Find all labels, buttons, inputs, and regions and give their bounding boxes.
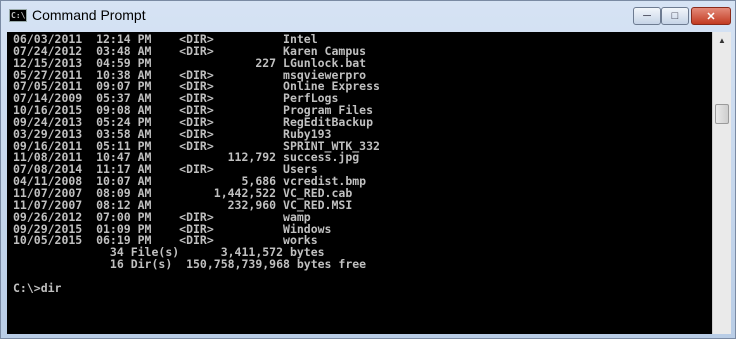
close-button[interactable]: ✕: [691, 7, 731, 25]
console-line: C:\>dir: [13, 280, 62, 295]
scroll-thumb[interactable]: [715, 104, 729, 124]
title-bar[interactable]: C:\ Command Prompt ─ □ ✕: [1, 1, 736, 31]
window-title: Command Prompt: [32, 7, 146, 23]
console-output[interactable]: 06/03/2011 12:14 PM <DIR> Intel 07/24/20…: [7, 32, 712, 334]
minimize-button[interactable]: ─: [633, 7, 661, 25]
console-line: 16 Dir(s) 150,758,739,968 bytes free: [13, 257, 367, 272]
vertical-scrollbar[interactable]: ▲: [712, 32, 731, 334]
console-text: 06/03/2011 12:14 PM <DIR> Intel 07/24/20…: [7, 32, 712, 295]
console-icon: C:\: [9, 9, 27, 22]
command-prompt-window: C:\ Command Prompt ─ □ ✕ 06/03/2011 12:1…: [0, 0, 736, 339]
maximize-button[interactable]: □: [661, 7, 689, 25]
scroll-up-arrow-icon[interactable]: ▲: [713, 32, 731, 49]
